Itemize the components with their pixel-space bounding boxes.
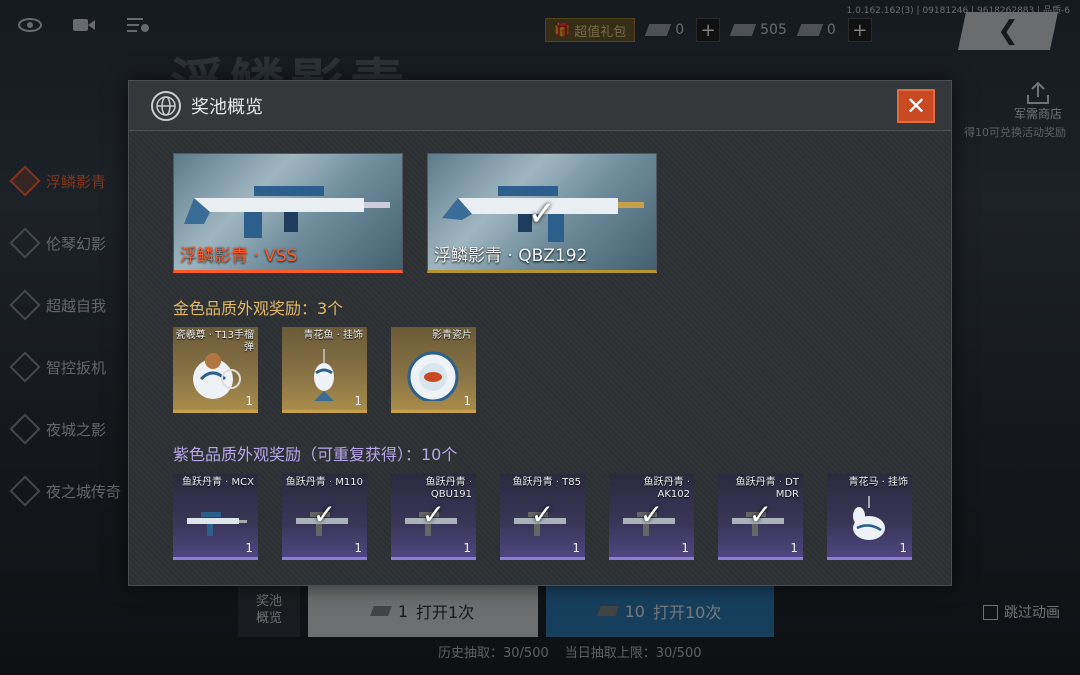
weapon-list: 浮鳞影青 · VSS ✓ 浮鳞影青 · QBZ192: [173, 153, 657, 273]
item-count: 1: [463, 394, 471, 408]
weapon-name: 浮鳞影青 · VSS: [180, 246, 298, 266]
owned-check-icon: ✓: [530, 498, 555, 531]
item-count: 1: [245, 541, 253, 555]
item-count: 1: [790, 541, 798, 555]
item-name: 鱼跃丹青 · DT MDR: [735, 477, 799, 500]
purple-item-t85[interactable]: ✓ 鱼跃丹青 · T85 1: [500, 474, 585, 560]
sniper-rifle-icon: [184, 186, 390, 238]
item-name: 青花马 · 挂饰: [848, 477, 908, 488]
item-count: 1: [572, 541, 580, 555]
gold-item-porcelain-plate[interactable]: 影青瓷片 1: [391, 327, 476, 413]
fish-charm-icon: [314, 349, 334, 401]
porcelain-plate-icon: [407, 351, 459, 401]
globe-icon: [151, 90, 181, 121]
item-name: 鱼跃丹青 · AK102: [643, 477, 690, 500]
item-name: 鱼跃丹青 · QBU191: [425, 477, 472, 500]
gold-item-list: 瓷羲尊 · T13手榴弹 1 青花鱼 · 挂饰 1 影青瓷片 1: [173, 327, 476, 413]
item-name: 青花鱼 · 挂饰: [303, 330, 363, 341]
owned-check-icon: ✓: [639, 498, 664, 531]
rifle-icon: [187, 512, 247, 536]
weapon-card-vss[interactable]: 浮鳞影青 · VSS: [173, 153, 403, 273]
prize-pool-modal: 奖池概览 ✕ 浮鳞影青 · VSS ✓ 浮鳞影青 · QBZ192 金色品质外观…: [128, 80, 952, 586]
gold-section-title: 金色品质外观奖励：3个: [173, 299, 344, 318]
item-name: 鱼跃丹青 · T85: [512, 477, 581, 488]
item-count: 1: [245, 394, 253, 408]
item-count: 1: [354, 394, 362, 408]
modal-header: 奖池概览: [129, 81, 951, 131]
purple-item-dt-mdr[interactable]: ✓ 鱼跃丹青 · DT MDR 1: [718, 474, 803, 560]
item-name: 鱼跃丹青 · M110: [285, 477, 363, 488]
owned-check-icon: ✓: [527, 194, 557, 234]
owned-check-icon: ✓: [421, 498, 446, 531]
gold-item-grenade[interactable]: 瓷羲尊 · T13手榴弹 1: [173, 327, 258, 413]
close-button[interactable]: ✕: [897, 89, 935, 123]
owned-check-icon: ✓: [312, 498, 337, 531]
modal-title: 奖池概览: [191, 96, 263, 118]
purple-section-title: 紫色品质外观奖励（可重复获得）：10个: [173, 445, 458, 464]
item-name: 影青瓷片: [432, 330, 472, 341]
purple-item-horse-charm[interactable]: 青花马 · 挂饰 1: [827, 474, 912, 560]
item-count: 1: [354, 541, 362, 555]
purple-item-m110[interactable]: ✓ 鱼跃丹青 · M110 1: [282, 474, 367, 560]
item-name: 瓷羲尊 · T13手榴弹: [175, 330, 254, 353]
item-count: 1: [899, 541, 907, 555]
horse-charm-icon: [853, 496, 885, 540]
purple-item-qbu191[interactable]: ✓ 鱼跃丹青 · QBU191 1: [391, 474, 476, 560]
gold-item-fish-charm[interactable]: 青花鱼 · 挂饰 1: [282, 327, 367, 413]
item-count: 1: [681, 541, 689, 555]
grenade-icon: [193, 353, 241, 399]
item-name: 鱼跃丹青 · MCX: [182, 477, 254, 488]
purple-item-ak102[interactable]: ✓ 鱼跃丹青 · AK102 1: [609, 474, 694, 560]
owned-check-icon: ✓: [748, 498, 773, 531]
item-count: 1: [463, 541, 471, 555]
weapon-card-qbz192[interactable]: ✓ 浮鳞影青 · QBZ192: [427, 153, 657, 273]
weapon-name: 浮鳞影青 · QBZ192: [434, 246, 588, 266]
purple-item-mcx[interactable]: 鱼跃丹青 · MCX 1: [173, 474, 258, 560]
close-icon: ✕: [905, 92, 927, 120]
purple-item-list: 鱼跃丹青 · MCX 1 ✓ 鱼跃丹青 · M110 1 ✓ 鱼跃丹青 · QB…: [173, 474, 912, 560]
